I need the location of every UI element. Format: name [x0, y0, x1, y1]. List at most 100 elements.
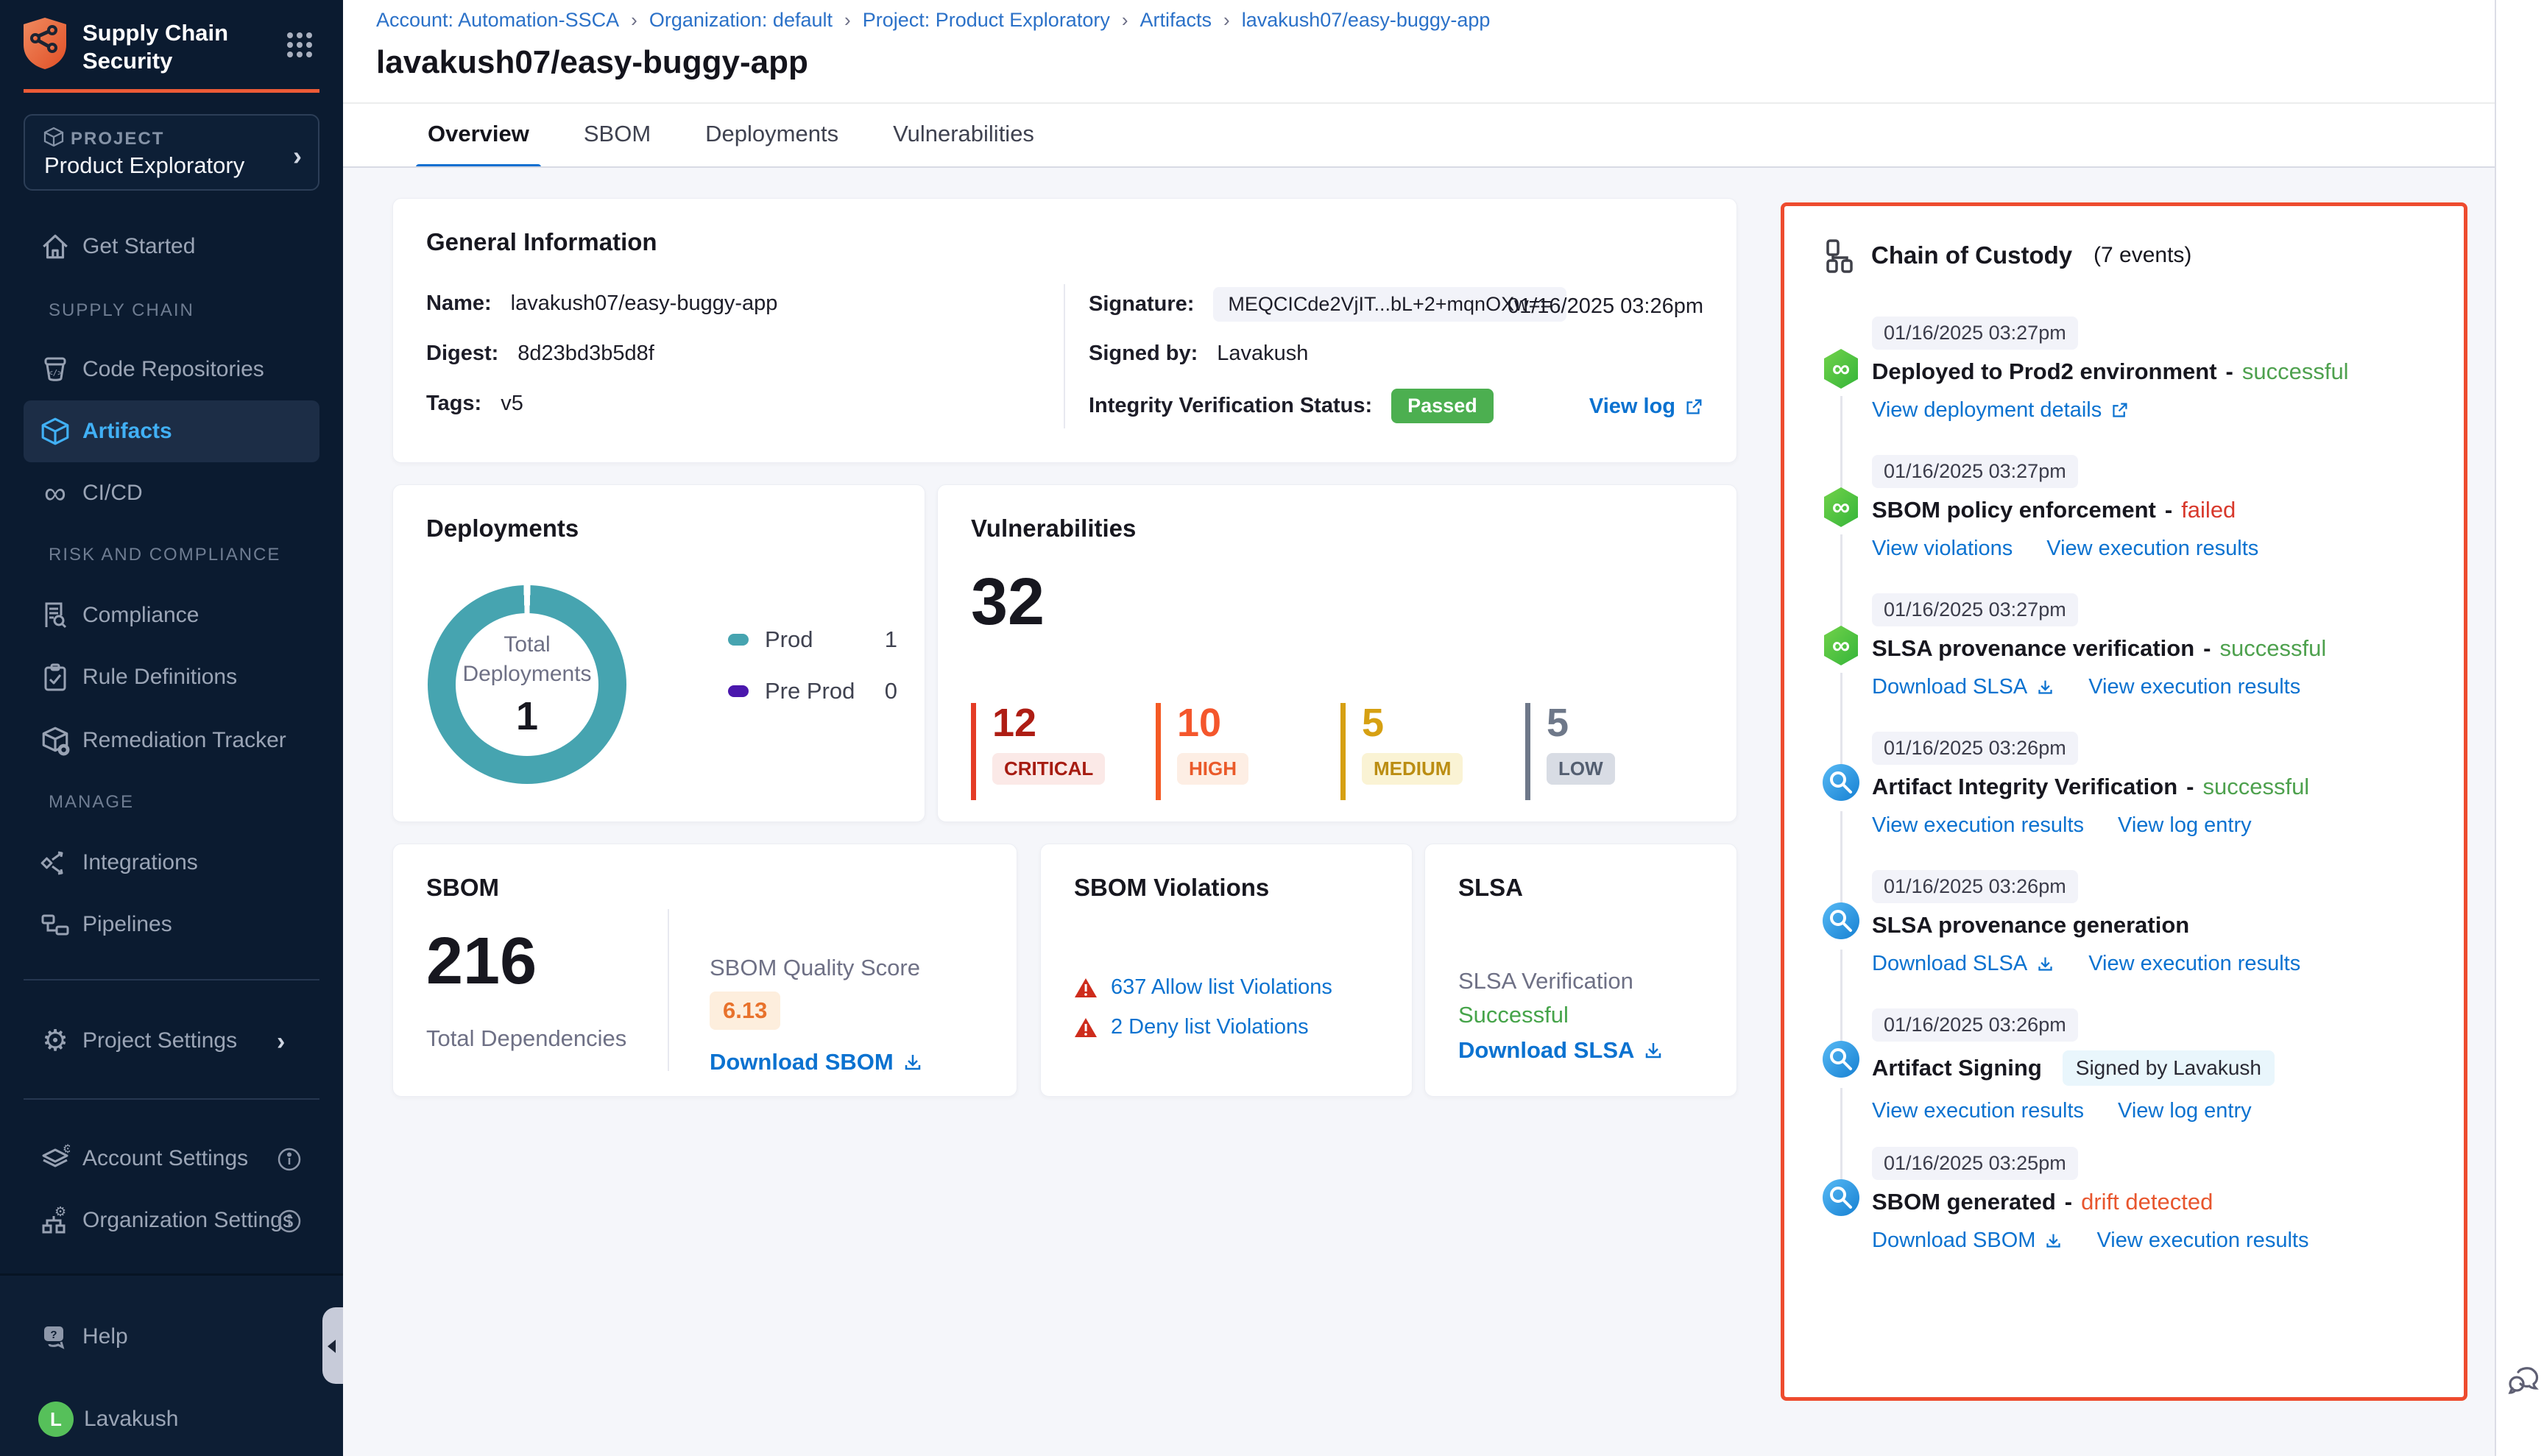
- events-count: (7 events): [2094, 243, 2191, 268]
- header-divider: [343, 102, 2495, 104]
- sidebar-section-supply-chain: SUPPLY CHAIN: [49, 300, 194, 321]
- sidebar-item-code-repositories[interactable]: </> Code Repositories: [24, 339, 319, 400]
- tab-vulnerabilities[interactable]: Vulnerabilities: [890, 115, 1037, 169]
- chain-of-custody-panel: Chain of Custody (7 events) ∞ 01/16/2025…: [1781, 202, 2467, 1401]
- chat-support-icon[interactable]: [2505, 1363, 2543, 1402]
- remediation-box-icon: [38, 724, 72, 757]
- link-label: View log entry: [2118, 1099, 2252, 1123]
- link-label: Download SLSA: [1872, 952, 2027, 976]
- view-execution-results-link[interactable]: View execution results: [1872, 1099, 2084, 1123]
- card-inner-divider: [1064, 284, 1065, 428]
- link-label: View execution results: [2088, 675, 2300, 699]
- view-execution-results-link[interactable]: View execution results: [2046, 537, 2258, 561]
- view-log-link[interactable]: View log: [1589, 395, 1703, 419]
- info-icon[interactable]: [277, 1147, 302, 1172]
- scan-drift-icon: [1821, 1178, 1862, 1220]
- sidebar-collapse-handle[interactable]: [322, 1307, 343, 1384]
- overview-content: General Information Name: lavakush07/eas…: [343, 168, 2495, 1456]
- pipelines-icon: [38, 908, 72, 941]
- scan-success-icon: [1821, 763, 1862, 805]
- event-timestamp: 01/16/2025 03:25pm: [1872, 1147, 2078, 1180]
- user-menu[interactable]: L Lavakush: [24, 1388, 319, 1450]
- sidebar-item-pipelines[interactable]: Pipelines: [24, 894, 319, 955]
- sbom-card: SBOM 216 Total Dependencies SBOM Quality…: [392, 844, 1017, 1097]
- general-information-card: General Information Name: lavakush07/eas…: [392, 198, 1737, 463]
- download-slsa-label: Download SLSA: [1458, 1037, 1634, 1064]
- sidebar-item-project-settings[interactable]: ⚙ Project Settings ›: [24, 1010, 319, 1072]
- sidebar-item-compliance[interactable]: Compliance: [24, 584, 319, 646]
- link-label: View execution results: [2096, 1229, 2308, 1253]
- donut-label: Total Deployments: [453, 630, 601, 689]
- field-label: Name:: [426, 291, 492, 316]
- module-grid-icon[interactable]: [284, 29, 315, 60]
- download-icon: [1643, 1040, 1664, 1061]
- sidebar-item-artifacts[interactable]: Artifacts: [24, 400, 319, 462]
- field-label: Integrity Verification Status:: [1089, 394, 1372, 418]
- breadcrumb-project[interactable]: Project: Product Exploratory: [863, 9, 1110, 32]
- tab-deployments[interactable]: Deployments: [702, 115, 841, 169]
- event-title: Artifact Signing: [1872, 1055, 2042, 1081]
- medium-count: 5: [1362, 703, 1533, 743]
- sidebar-item-label: Remediation Tracker: [82, 728, 286, 753]
- event-status: failed: [2181, 497, 2236, 523]
- view-execution-results-link[interactable]: View execution results: [2096, 1229, 2308, 1253]
- artifacts-cube-icon: [38, 414, 72, 448]
- sidebar-item-remediation-tracker[interactable]: Remediation Tracker: [24, 710, 319, 771]
- coc-event-slsa-verification: ∞ 01/16/2025 03:27pm SLSA provenance ver…: [1872, 593, 2453, 732]
- field-label: Signed by:: [1089, 342, 1198, 366]
- view-log-entry-link[interactable]: View log entry: [2118, 813, 2252, 838]
- sidebar-item-help[interactable]: ? Help: [24, 1306, 319, 1368]
- link-label: View execution results: [1872, 1099, 2084, 1123]
- download-slsa-link[interactable]: Download SLSA: [1458, 1037, 1664, 1064]
- tab-sbom[interactable]: SBOM: [581, 115, 654, 169]
- download-slsa-link[interactable]: Download SLSA: [1872, 675, 2054, 699]
- breadcrumb-current[interactable]: lavakush07/easy-buggy-app: [1242, 9, 1491, 32]
- download-sbom-link[interactable]: Download SBOM: [710, 1049, 923, 1075]
- sidebar-item-organization-settings[interactable]: ⚙ Organization Settings: [24, 1190, 319, 1251]
- view-execution-results-link[interactable]: View execution results: [1872, 813, 2084, 838]
- sidebar-item-label: Get Started: [82, 234, 195, 259]
- sidebar-item-get-started[interactable]: Get Started: [24, 216, 319, 278]
- page-title: lavakush07/easy-buggy-app: [376, 44, 808, 81]
- warning-triangle-icon: [1074, 1017, 1098, 1039]
- brand-divider: [24, 89, 319, 93]
- sbom-total: 216: [426, 924, 537, 1000]
- sidebar-item-cicd[interactable]: ∞ CI/CD: [24, 462, 319, 524]
- sidebar-item-account-settings[interactable]: ⚙ Account Settings: [24, 1128, 319, 1190]
- project-selector[interactable]: PROJECT Product Exploratory ›: [24, 114, 319, 191]
- slsa-verification-status: Successful: [1458, 1002, 1569, 1028]
- link-label: View execution results: [2046, 537, 2258, 561]
- card-title: Deployments: [426, 515, 579, 543]
- breadcrumb-account[interactable]: Account: Automation-SSCA: [376, 9, 619, 32]
- account-settings-icon: ⚙: [38, 1142, 72, 1176]
- download-slsa-link[interactable]: Download SLSA: [1872, 952, 2054, 976]
- breadcrumb: Account: Automation-SSCA › Organization:…: [376, 9, 1490, 32]
- sidebar-item-integrations[interactable]: Integrations: [24, 832, 319, 894]
- sbom-total-label: Total Dependencies: [426, 1025, 626, 1052]
- coc-event-sbom-policy: ∞ 01/16/2025 03:27pm SBOM policy enforce…: [1872, 455, 2453, 593]
- breadcrumb-separator: ›: [1122, 9, 1128, 32]
- view-execution-results-link[interactable]: View execution results: [2088, 675, 2300, 699]
- link-label: View log entry: [2118, 813, 2252, 838]
- view-deployment-details-link[interactable]: View deployment details: [1872, 398, 2129, 423]
- vulnerabilities-card: Vulnerabilities 32 12 CRITICAL 10 HIGH 5…: [937, 484, 1737, 822]
- legend-item-prod: Prod 1: [728, 626, 897, 653]
- deny-list-violations-link[interactable]: 2 Deny list Violations: [1111, 1015, 1309, 1039]
- code-repository-icon: </>: [38, 353, 72, 386]
- breadcrumb-separator: ›: [1223, 9, 1230, 32]
- breadcrumb-artifacts[interactable]: Artifacts: [1140, 9, 1212, 32]
- right-utility-strip: [2495, 0, 2544, 1456]
- allow-list-violations-link[interactable]: 637 Allow list Violations: [1111, 975, 1332, 1000]
- download-sbom-link[interactable]: Download SBOM: [1872, 1229, 2063, 1253]
- info-icon[interactable]: [277, 1209, 302, 1234]
- pipeline-success-icon: ∞: [1821, 624, 1862, 667]
- view-log-entry-link[interactable]: View log entry: [2118, 1099, 2252, 1123]
- breadcrumb-organization[interactable]: Organization: default: [649, 9, 833, 32]
- event-title: Deployed to Prod2 environment: [1872, 358, 2217, 385]
- tab-overview[interactable]: Overview: [425, 115, 532, 169]
- sidebar-item-rule-definitions[interactable]: Rule Definitions: [24, 646, 319, 708]
- view-violations-link[interactable]: View violations: [1872, 537, 2013, 561]
- critical-badge: CRITICAL: [992, 753, 1105, 785]
- event-status: successful: [2202, 774, 2309, 800]
- view-execution-results-link[interactable]: View execution results: [2088, 952, 2300, 976]
